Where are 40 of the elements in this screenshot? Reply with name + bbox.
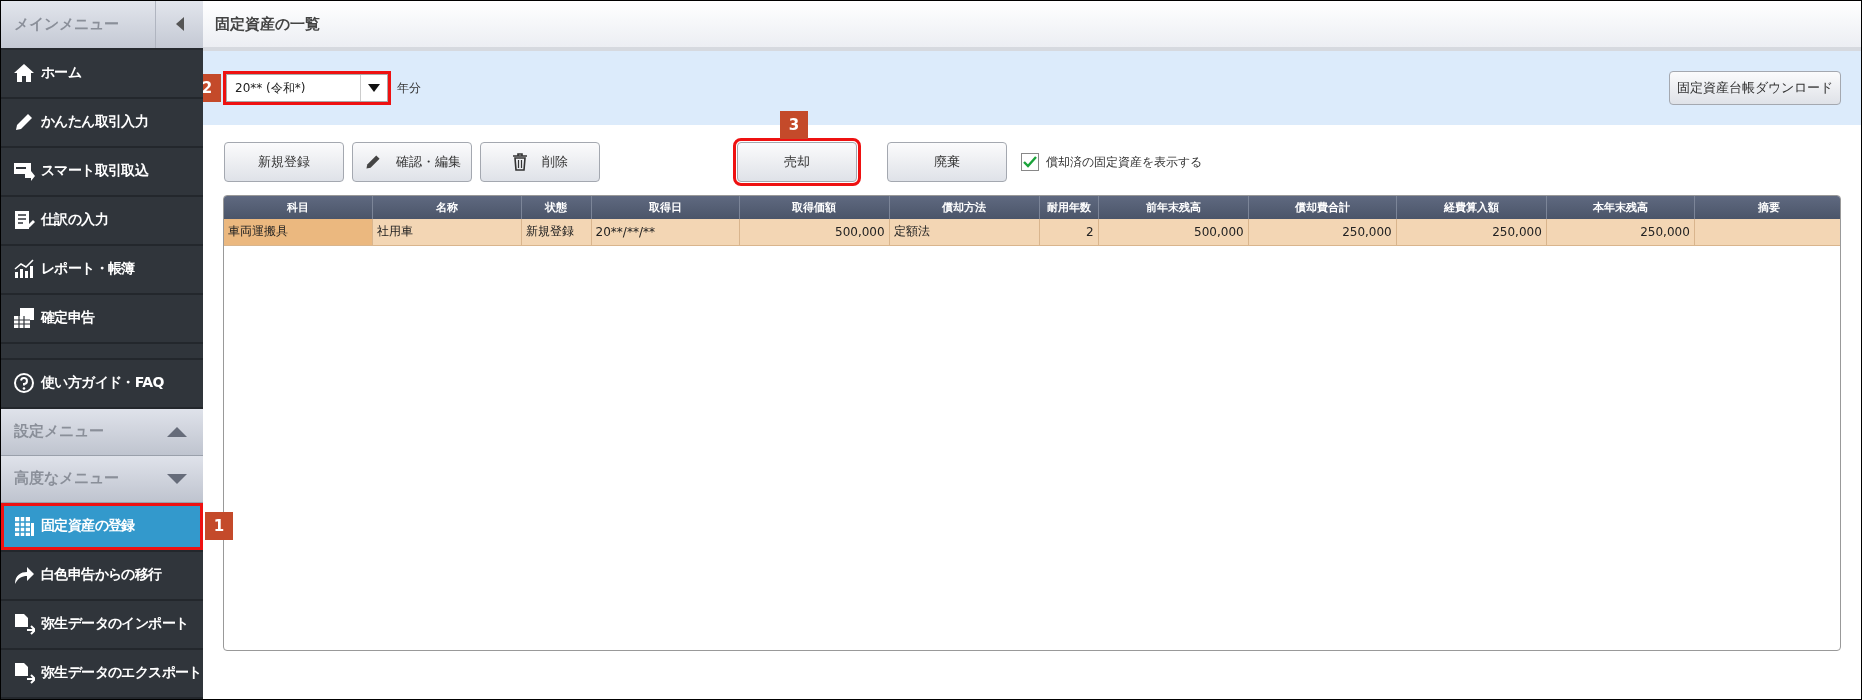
callout-badge: 3 <box>780 111 808 139</box>
toolbar-button[interactable]: 削除 <box>480 142 600 182</box>
toolbar-button[interactable]: 確認・編集 <box>352 142 472 182</box>
building-icon <box>13 515 35 538</box>
table-cell: 車両運搬具 <box>224 219 373 245</box>
table-cell: 250,000 <box>1248 219 1397 245</box>
caret-down-icon <box>368 84 380 92</box>
export-icon <box>13 662 35 685</box>
table-cell: 250,000 <box>1396 219 1547 245</box>
year-suffix: 年分 <box>397 79 421 97</box>
page-title: 固定資産の一覧 <box>215 14 320 34</box>
callout-badge: 1 <box>205 512 233 540</box>
checkbox-label: 償却済の固定資産を表示する <box>1046 153 1202 171</box>
table-cell: 500,000 <box>739 219 890 245</box>
chart-icon <box>13 258 35 281</box>
year-dropdown[interactable]: 20** (令和*) <box>226 74 388 102</box>
caret-down-icon <box>167 474 187 484</box>
checkbox[interactable] <box>1021 153 1039 171</box>
caret-up-icon <box>167 427 187 437</box>
card-arrow-icon <box>13 160 35 183</box>
pencil-icon <box>363 153 382 171</box>
table-cell: 2 <box>1039 219 1099 245</box>
toolbar-button[interactable]: 廃棄 <box>887 142 1007 182</box>
table-cell: 新規登録 <box>521 219 592 245</box>
table-cell: 社用車 <box>372 219 522 245</box>
trash-icon <box>512 153 528 171</box>
check-icon <box>1023 156 1037 168</box>
home-icon <box>13 62 35 85</box>
notebook-icon <box>13 209 35 232</box>
table-cell: 20**/**/** <box>591 219 740 245</box>
table-row[interactable]: 車両運搬具 社用車 新規登録 20**/**/** 500,000 定額法 2 500,000 250,000 250,000 250,000 <box>224 219 1840 245</box>
table-cell: 250,000 <box>1546 219 1695 245</box>
menu-title: メインメニュー <box>13 14 120 35</box>
table-cell: 500,000 <box>1098 219 1249 245</box>
caret-icon <box>174 16 185 33</box>
help-icon <box>13 372 35 395</box>
toolbar-button[interactable]: 新規登録 <box>224 142 344 182</box>
table-cell: 定額法 <box>889 219 1040 245</box>
download-button[interactable]: 固定資産台帳ダウンロード <box>1669 71 1841 105</box>
import-icon <box>13 613 35 636</box>
